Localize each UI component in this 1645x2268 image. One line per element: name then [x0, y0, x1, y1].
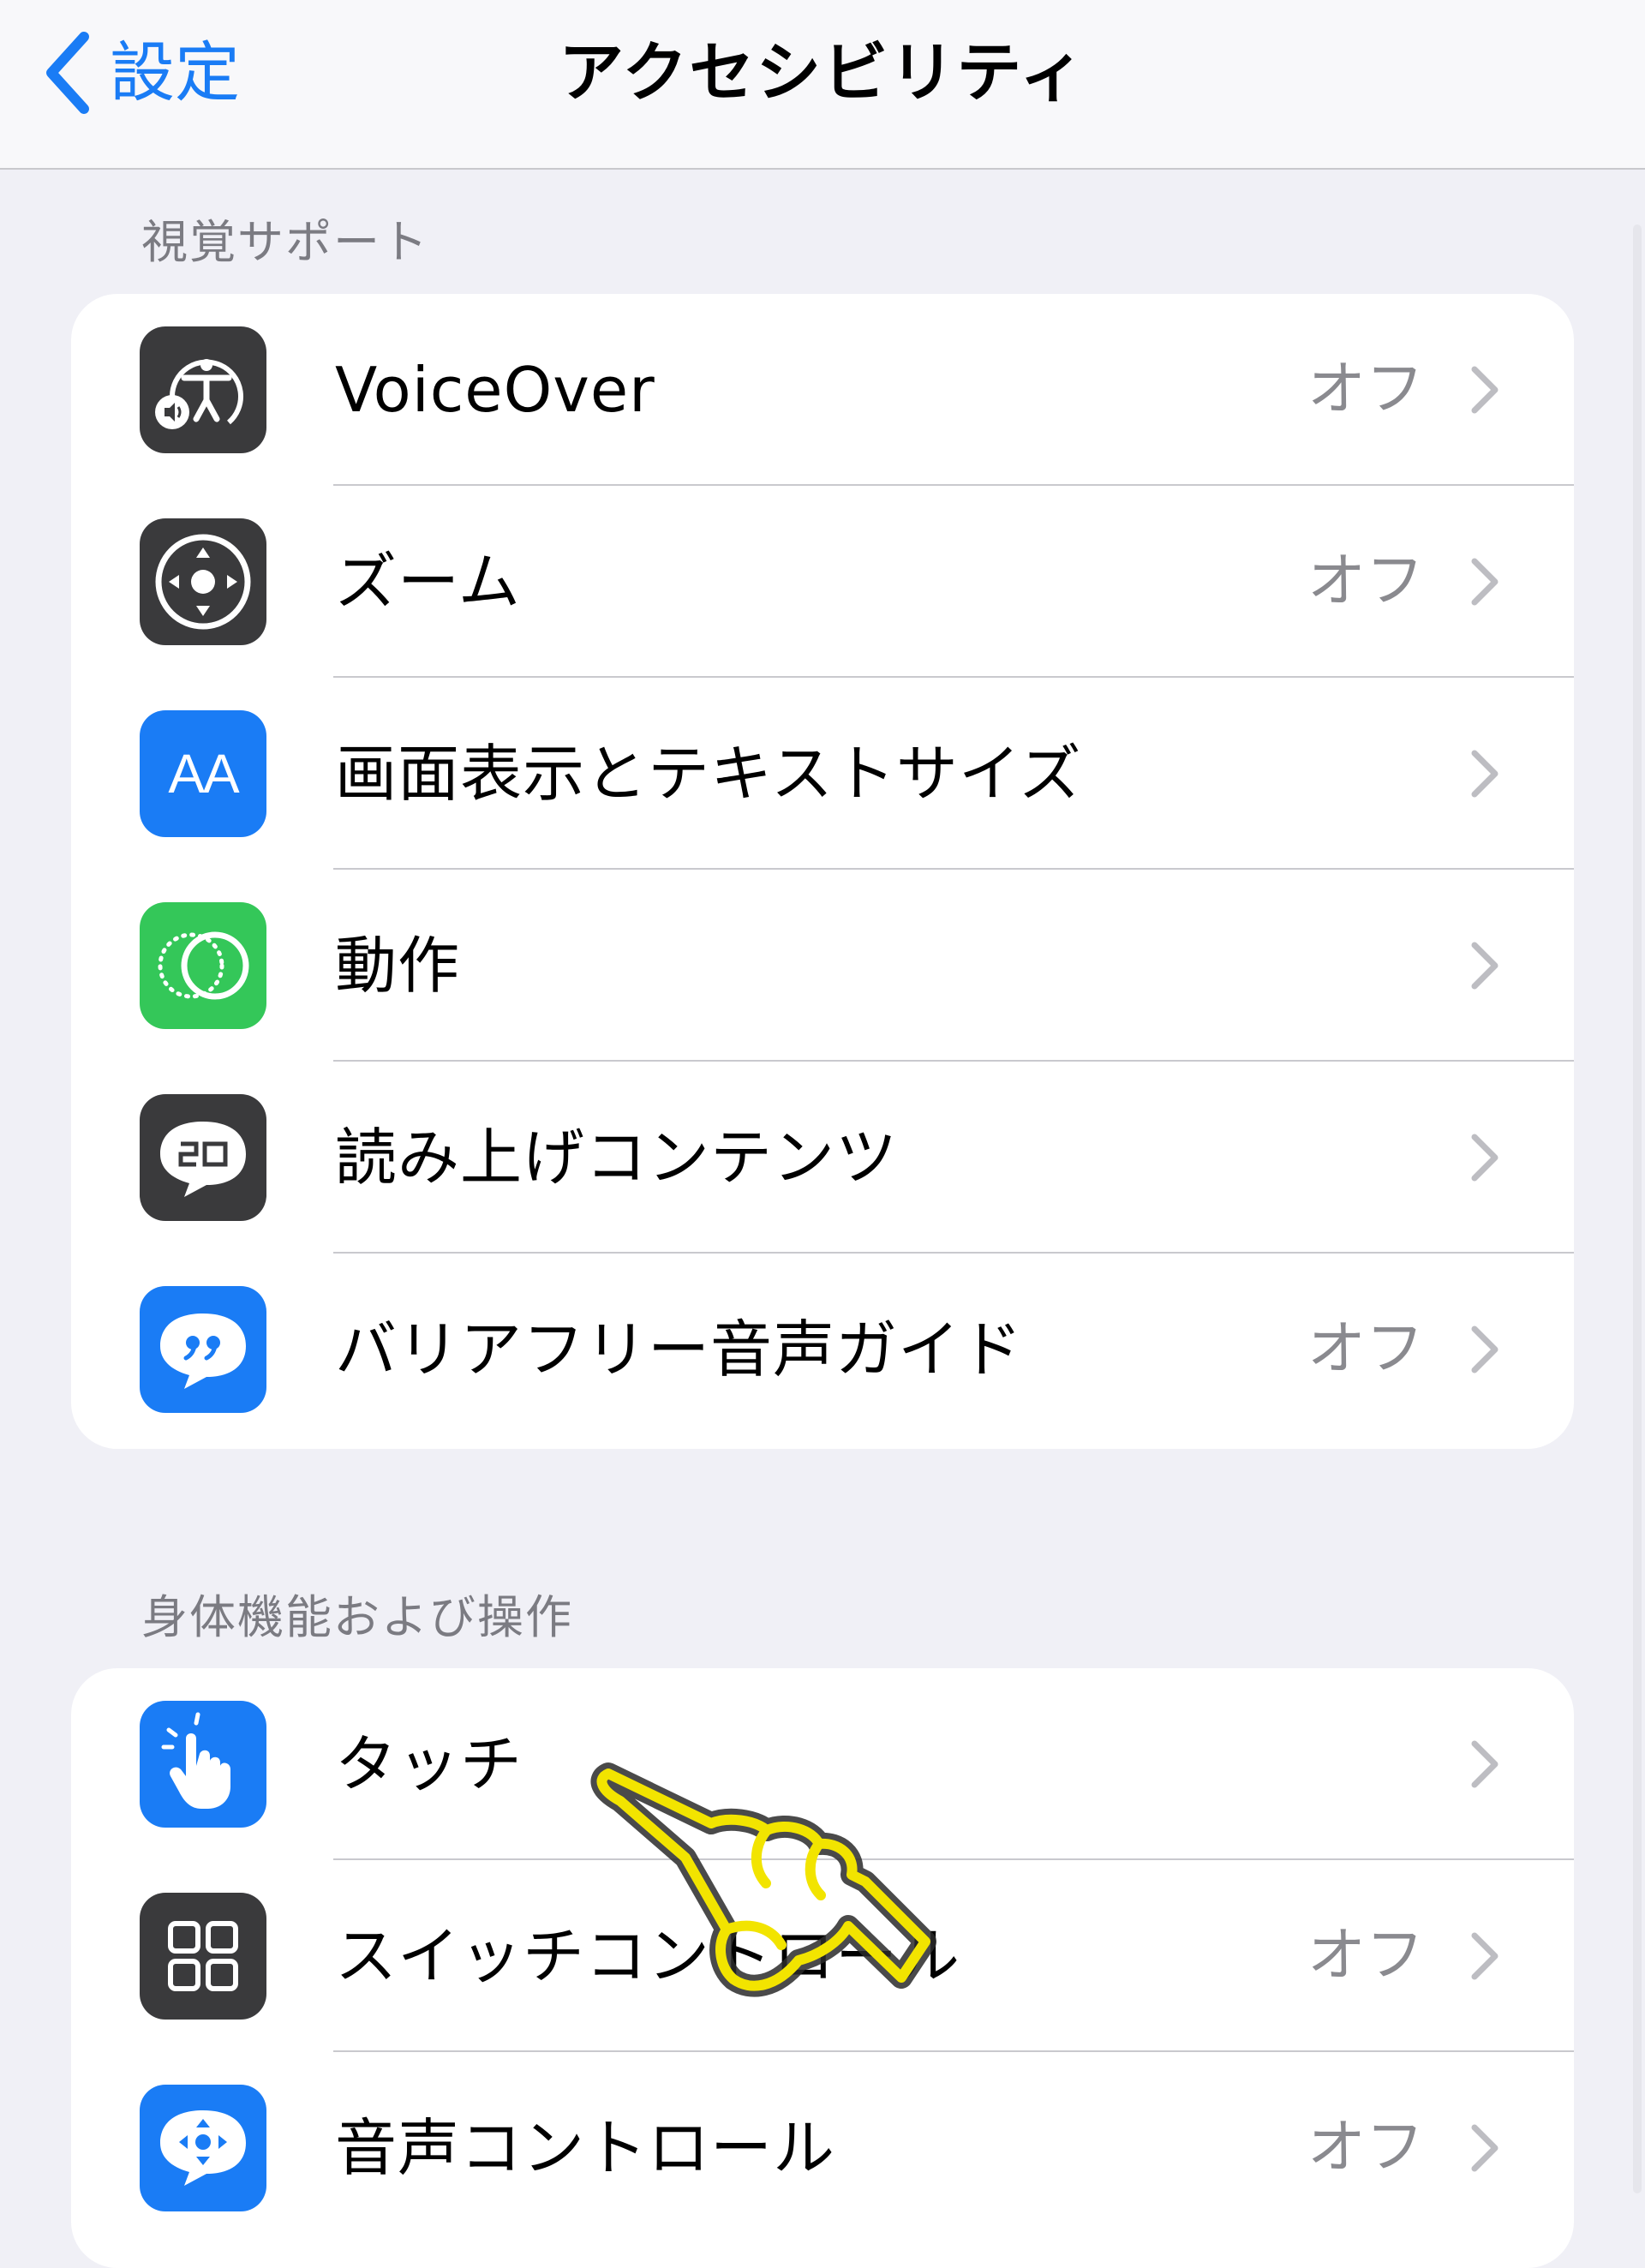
vision-settings-group: VoiceOver オフ ズーム オフ AA 画面表示とテキストサイズ 動作 読… [71, 294, 1574, 1449]
row-audio-descriptions[interactable]: バリアフリー音声ガイド オフ [71, 1254, 1574, 1445]
chevron-right-icon [1471, 558, 1498, 606]
spoken-content-icon [140, 1094, 266, 1221]
voice-control-icon [140, 2085, 266, 2211]
row-value: オフ [1307, 356, 1424, 423]
row-value: オフ [1307, 1315, 1424, 1383]
row-spoken-content[interactable]: 読み上げコンテンツ [71, 1062, 1574, 1254]
motion-icon [140, 902, 266, 1029]
zoom-icon [140, 518, 266, 645]
row-label: 画面表示とテキストサイズ [335, 738, 1082, 810]
section-header-vision: 視覚サポート [141, 215, 429, 269]
chevron-right-icon [1471, 942, 1498, 990]
chevron-right-icon [1471, 366, 1498, 414]
row-label: 音声コントロール [335, 2112, 836, 2184]
row-zoom[interactable]: ズーム オフ [71, 486, 1574, 678]
scrollbar[interactable] [1633, 224, 1642, 2193]
section-header-physical-motor: 身体機能および操作 [141, 1590, 573, 1644]
row-switch-control[interactable]: スイッチコントロール オフ [71, 1860, 1574, 2052]
navigation-bar: 設定 アクセシビリティ [0, 0, 1645, 170]
chevron-right-icon [1471, 1134, 1498, 1182]
row-label: 読み上げコンテンツ [335, 1122, 899, 1194]
chevron-right-icon [1471, 2124, 1498, 2172]
row-label: VoiceOver [335, 354, 655, 426]
chevron-right-icon [1471, 1740, 1498, 1788]
chevron-right-icon [1471, 1325, 1498, 1373]
row-motion[interactable]: 動作 [71, 870, 1574, 1062]
row-label: バリアフリー音声ガイド [335, 1314, 1024, 1385]
row-value: オフ [1307, 548, 1424, 615]
voiceover-icon [140, 326, 266, 453]
row-value: オフ [1307, 1922, 1424, 1990]
chevron-right-icon [1471, 1932, 1498, 1980]
row-voiceover[interactable]: VoiceOver オフ [71, 294, 1574, 486]
row-label: 動作 [335, 930, 461, 1002]
row-display-text-size[interactable]: AA 画面表示とテキストサイズ [71, 678, 1574, 870]
audio-descriptions-icon [140, 1286, 266, 1413]
switch-control-icon [140, 1893, 266, 2020]
touch-icon [140, 1701, 266, 1828]
page-title: アクセシビリティ [559, 34, 1086, 111]
row-label: ズーム [335, 546, 521, 618]
chevron-right-icon [1471, 750, 1498, 798]
row-touch[interactable]: タッチ [71, 1668, 1574, 1860]
physical-motor-settings-group: タッチ スイッチコントロール オフ 音声コントロール オフ [71, 1668, 1574, 2268]
row-label: タッチ [335, 1728, 523, 1800]
row-value: オフ [1307, 2114, 1424, 2181]
display-text-size-icon: AA [140, 710, 266, 837]
row-voice-control[interactable]: 音声コントロール オフ [71, 2052, 1574, 2244]
row-label: スイッチコントロール [335, 1920, 961, 1992]
